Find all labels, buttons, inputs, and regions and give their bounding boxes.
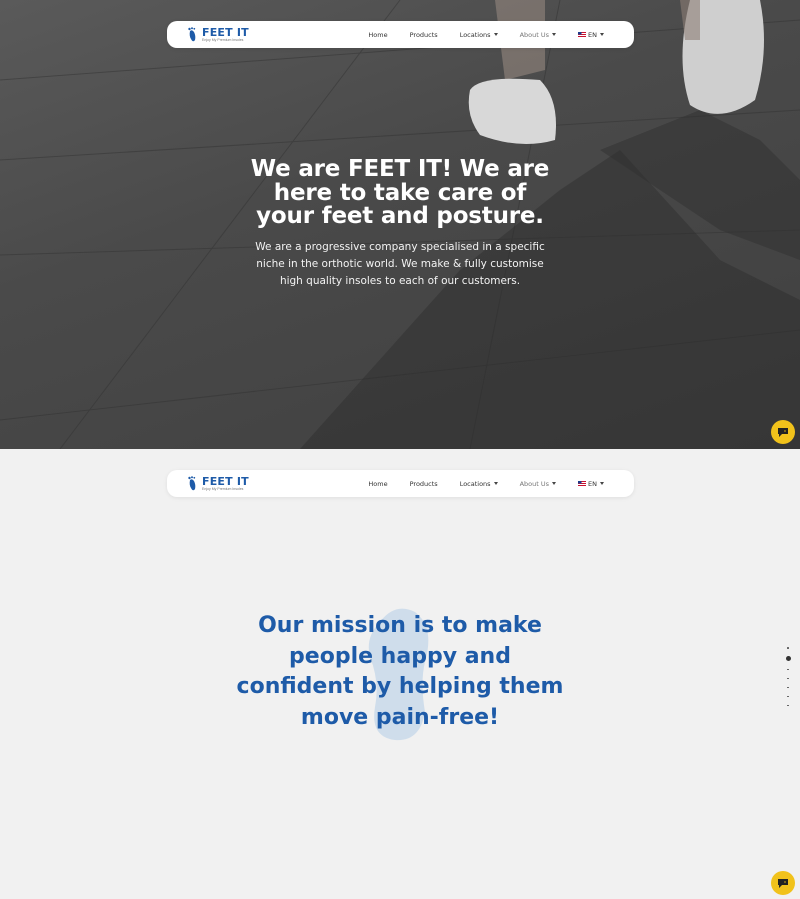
section-dot[interactable] [787,695,789,697]
language-selector[interactable]: EN [578,480,604,488]
nav-links: Home Products Locations About Us EN [346,31,604,39]
nav-home[interactable]: Home [368,480,387,488]
chat-button[interactable] [771,871,795,895]
caret-down-icon [600,33,604,36]
chat-icon [778,878,788,888]
caret-down-icon [552,482,557,485]
foot-logo-icon [188,475,196,490]
mission-line: people happy and [289,643,511,669]
nav-products[interactable]: Products [410,480,438,488]
logo-name: FEET IT [202,475,249,488]
us-flag-icon [578,32,587,37]
section-dot[interactable] [787,686,789,688]
language-selector[interactable]: EN [578,31,604,39]
section-dot[interactable] [787,668,789,670]
chat-icon [778,427,788,437]
caret-down-icon [600,482,604,485]
logo-name: FEET IT [202,26,249,39]
nav-locations-label: Locations [459,30,491,39]
nav-locations[interactable]: Locations [460,480,498,488]
nav-locations-label: Locations [459,479,491,488]
language-label: EN [588,479,597,488]
nav-about-us[interactable]: About Us [519,30,557,39]
hero-subtitle: We are a progressive company specialised… [255,240,545,287]
section-dot[interactable] [787,647,789,649]
caret-down-icon [493,482,498,485]
nav-home[interactable]: Home [368,31,387,39]
nav-locations[interactable]: Locations [460,31,498,39]
mission-section: Our mission is to make people happy and … [0,449,800,899]
site-logo[interactable]: FEET IT Enjoy My Premium Insoles [187,21,249,48]
section-dot-active[interactable] [785,656,791,661]
nav-links: Home Products Locations About Us EN [346,480,604,488]
hero-title: We are FEET IT! We are here to take care… [250,156,550,229]
section-dot[interactable] [787,704,789,706]
nav-about-us[interactable]: About Us [519,479,557,488]
hero-content: We are FEET IT! We are here to take care… [0,156,800,290]
sticky-navbar: FEET IT Enjoy My Premium Insoles Home Pr… [167,470,634,497]
main-navbar: FEET IT Enjoy My Premium Insoles Home Pr… [167,21,634,48]
caret-down-icon [552,33,557,36]
nav-products[interactable]: Products [410,31,438,39]
nav-about-us-label: About Us [519,30,550,39]
caret-down-icon [493,33,498,36]
mission-line: Our mission is to make [258,613,542,638]
logo-tagline: Enjoy My Premium Insoles [202,487,244,491]
section-dot[interactable] [787,677,789,679]
us-flag-icon [578,481,587,486]
mission-line: confident by helping them [236,674,564,699]
section-dot-nav [785,647,791,714]
hero-section: We are FEET IT! We are here to take care… [0,0,800,449]
nav-about-us-label: About Us [519,479,550,488]
foot-logo-icon [188,26,196,41]
logo-tagline: Enjoy My Premium Insoles [202,38,244,42]
mission-line: move pain-free! [300,704,500,730]
language-label: EN [588,30,597,39]
site-logo[interactable]: FEET IT Enjoy My Premium Insoles [187,470,249,497]
chat-button[interactable] [771,420,795,444]
mission-statement: Our mission is to make people happy and … [0,611,800,733]
